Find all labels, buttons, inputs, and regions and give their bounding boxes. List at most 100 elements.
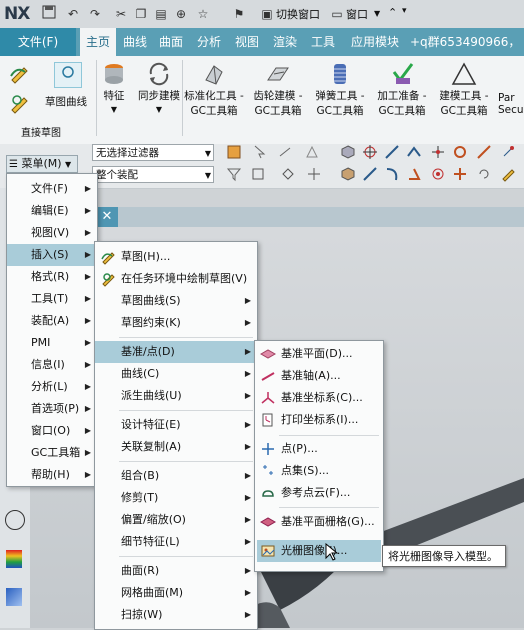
angle-icon[interactable]: [406, 166, 422, 182]
part-security-button[interactable]: Par Secur: [498, 92, 524, 116]
cut-icon[interactable]: ✂: [112, 5, 130, 23]
snap-intersect-icon[interactable]: [430, 144, 446, 160]
sketch-curve-icon[interactable]: [8, 92, 32, 114]
feature-button[interactable]: 特征 ▼: [98, 60, 130, 115]
arc-icon[interactable]: [384, 166, 400, 182]
menu-item-analysis[interactable]: 分析(L) ▶: [7, 376, 97, 398]
menu-item-trim[interactable]: 修剪(T) ▶: [95, 487, 257, 509]
window-menu-button[interactable]: 窗口: [346, 6, 368, 22]
rotate-icon[interactable]: [476, 166, 492, 182]
menu-item-tools[interactable]: 工具(T) ▶: [7, 288, 97, 310]
visualization-icon[interactable]: [6, 550, 22, 568]
star-icon[interactable]: ☆: [194, 5, 212, 23]
menu-item-sketch[interactable]: 草图(H)...: [95, 246, 257, 268]
snap-end-icon[interactable]: [384, 144, 400, 160]
copy-icon[interactable]: ❐: [132, 5, 150, 23]
menu-item-assembly[interactable]: 装配(A) ▶: [7, 310, 97, 332]
snap-mid-icon[interactable]: [406, 144, 422, 160]
chevron-down-icon[interactable]: ▼: [374, 9, 380, 18]
menu-item-point[interactable]: 点(P)...: [255, 438, 383, 460]
snap-center-icon[interactable]: [362, 144, 378, 160]
close-icon[interactable]: ✕: [96, 207, 118, 227]
cross-icon[interactable]: [452, 166, 468, 182]
tab-file[interactable]: 文件(F): [0, 28, 76, 56]
sketch-curve-button[interactable]: 草图曲线: [40, 94, 92, 109]
tab-analysis[interactable]: 分析: [192, 28, 226, 56]
menu-item-mesh-surface[interactable]: 网格曲面(M) ▶: [95, 582, 257, 604]
tab-curve[interactable]: 曲线: [118, 28, 152, 56]
snap-point-icon[interactable]: [500, 144, 516, 160]
menu-item-datum-plane[interactable]: 基准平面(D)...: [255, 343, 383, 365]
sketch-icon[interactable]: [8, 62, 32, 84]
std-tools-button[interactable]: 标准化工具 - GC工具箱: [184, 60, 244, 118]
target-icon[interactable]: [430, 166, 446, 182]
type-filter-select[interactable]: 无选择过滤器 ▼: [92, 144, 214, 161]
feature-select-icon[interactable]: [250, 166, 266, 182]
menu-item-format[interactable]: 格式(R) ▶: [7, 266, 97, 288]
snap-circle-icon[interactable]: [452, 144, 468, 160]
menu-item-view[interactable]: 视图(V) ▶: [7, 222, 97, 244]
window-icon[interactable]: ▭: [328, 5, 346, 23]
select-box-icon[interactable]: [226, 144, 242, 160]
menu-item-edit[interactable]: 编辑(E) ▶: [7, 200, 97, 222]
menu-item-sketch-curve[interactable]: 草图曲线(S) ▶: [95, 290, 257, 312]
menu-item-datum-axis[interactable]: 基准轴(A)...: [255, 365, 383, 387]
menu-item-window[interactable]: 窗口(O) ▶: [7, 420, 97, 442]
menu-item-offset-scale[interactable]: 偏置/缩放(O) ▶: [95, 509, 257, 531]
machining-prep-button[interactable]: 加工准备 - GC工具箱: [372, 60, 432, 118]
face-rule-icon[interactable]: [304, 144, 320, 160]
menu-item-point-cloud[interactable]: 参考点云(F)...: [255, 482, 383, 504]
line-icon[interactable]: [362, 166, 378, 182]
sketch-tool-icon[interactable]: [54, 62, 82, 88]
customize-icon[interactable]: ▾: [402, 6, 407, 16]
tab-applications[interactable]: 应用模块: [344, 28, 406, 56]
history-icon[interactable]: [5, 510, 25, 530]
menu-item-sweep[interactable]: 扫掠(W) ▶: [95, 604, 257, 626]
tab-render[interactable]: 渲染: [268, 28, 302, 56]
cube-icon[interactable]: [340, 144, 356, 160]
filter-icon[interactable]: [226, 166, 242, 182]
menu-item-point-set[interactable]: 点集(S)...: [255, 460, 383, 482]
select-pointer-icon[interactable]: [252, 144, 268, 160]
pencil-icon[interactable]: [500, 166, 516, 182]
menu-item-combine[interactable]: 组合(B) ▶: [95, 465, 257, 487]
menu-item-datum-plane-grid[interactable]: 基准平面栅格(G)...: [255, 511, 383, 533]
menu-item-sketch-in-task[interactable]: 在任务环境中绘制草图(V): [95, 268, 257, 290]
tab-view[interactable]: 视图: [230, 28, 264, 56]
process-studio-icon[interactable]: [6, 588, 22, 606]
paste-icon[interactable]: ▤: [152, 5, 170, 23]
menu-item-info[interactable]: 信息(I) ▶: [7, 354, 97, 376]
gear-modeling-button[interactable]: 齿轮建模 - GC工具箱: [248, 60, 308, 118]
menu-item-help[interactable]: 帮助(H) ▶: [7, 464, 97, 486]
snap-tangent-icon[interactable]: [476, 144, 492, 160]
switch-window-icon[interactable]: ▣: [258, 5, 276, 23]
tab-home[interactable]: 主页: [80, 28, 116, 56]
chevron-up-icon[interactable]: ⌃: [388, 6, 397, 19]
move-icon[interactable]: [306, 166, 322, 182]
menu-item-datum-csys[interactable]: 基准坐标系(C)...: [255, 387, 383, 409]
modeling-tools-button[interactable]: 建模工具 - GC工具箱: [434, 60, 494, 118]
menu-item-design-feature[interactable]: 设计特征(E) ▶: [95, 414, 257, 436]
menu-button[interactable]: ☰ 菜单(M) ▼: [6, 155, 78, 173]
menu-item-surface[interactable]: 曲面(R) ▶: [95, 560, 257, 582]
body-select-icon[interactable]: [280, 166, 296, 182]
solid-cube-icon[interactable]: [340, 166, 356, 182]
menu-item-curve[interactable]: 曲线(C) ▶: [95, 363, 257, 385]
redo-icon[interactable]: ↷: [86, 5, 104, 23]
menu-item-pmi[interactable]: PMI ▶: [7, 332, 97, 354]
menu-item-sketch-constraint[interactable]: 草图约束(K) ▶: [95, 312, 257, 334]
tab-qq-group[interactable]: +q群653490966，领: [410, 28, 524, 56]
menu-item-insert[interactable]: 插入(S) ▶: [7, 244, 97, 266]
menu-item-print-csys[interactable]: 打印坐标系(I)...: [255, 409, 383, 431]
repeat-command-icon[interactable]: ⊕: [172, 5, 190, 23]
menu-item-associative-copy[interactable]: 关联复制(A) ▶: [95, 436, 257, 458]
tab-surface[interactable]: 曲面: [154, 28, 188, 56]
menu-item-file[interactable]: 文件(F) ▶: [7, 178, 97, 200]
menu-item-detail-feature[interactable]: 细节特征(L) ▶: [95, 531, 257, 553]
curve-rule-icon[interactable]: [278, 144, 294, 160]
switch-window-button[interactable]: 切换窗口: [276, 6, 320, 22]
menu-item-gc-toolbox[interactable]: GC工具箱 ▶: [7, 442, 97, 464]
tab-tools[interactable]: 工具: [306, 28, 340, 56]
touch-mode-icon[interactable]: ⚑: [230, 5, 248, 23]
save-icon[interactable]: [40, 5, 58, 23]
